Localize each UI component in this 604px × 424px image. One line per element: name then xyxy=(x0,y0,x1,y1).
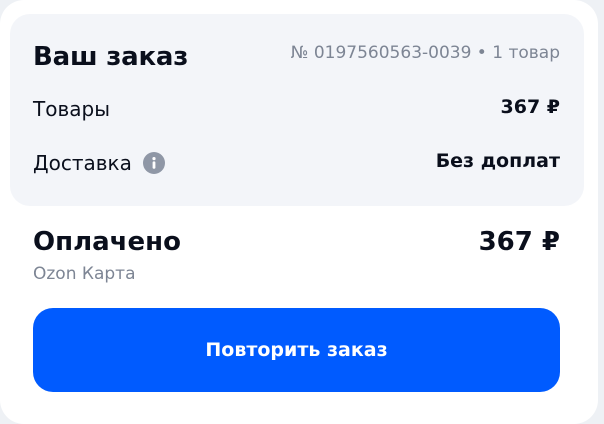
delivery-value: Без доплат xyxy=(435,150,560,172)
order-number: № 0197560563-0039 • 1 товар xyxy=(290,43,560,63)
goods-label-text: Товары xyxy=(33,97,110,121)
order-title: Ваш заказ xyxy=(33,42,189,72)
delivery-label: Доставка xyxy=(33,150,165,176)
goods-value: 367 ₽ xyxy=(500,96,561,118)
paid-amount: 367 ₽ xyxy=(478,227,560,257)
paid-status: Оплачено xyxy=(33,227,181,257)
order-summary-panel: Ваш заказ № 0197560563-0039 • 1 товар То… xyxy=(10,14,584,206)
goods-label: Товары xyxy=(33,96,110,122)
payment-method: Ozon Карта xyxy=(33,264,136,284)
info-icon[interactable] xyxy=(142,152,165,174)
delivery-label-text: Доставка xyxy=(33,151,132,175)
order-card: Ваш заказ № 0197560563-0039 • 1 товар То… xyxy=(0,0,598,424)
repeat-order-button[interactable]: Повторить заказ xyxy=(33,308,560,392)
